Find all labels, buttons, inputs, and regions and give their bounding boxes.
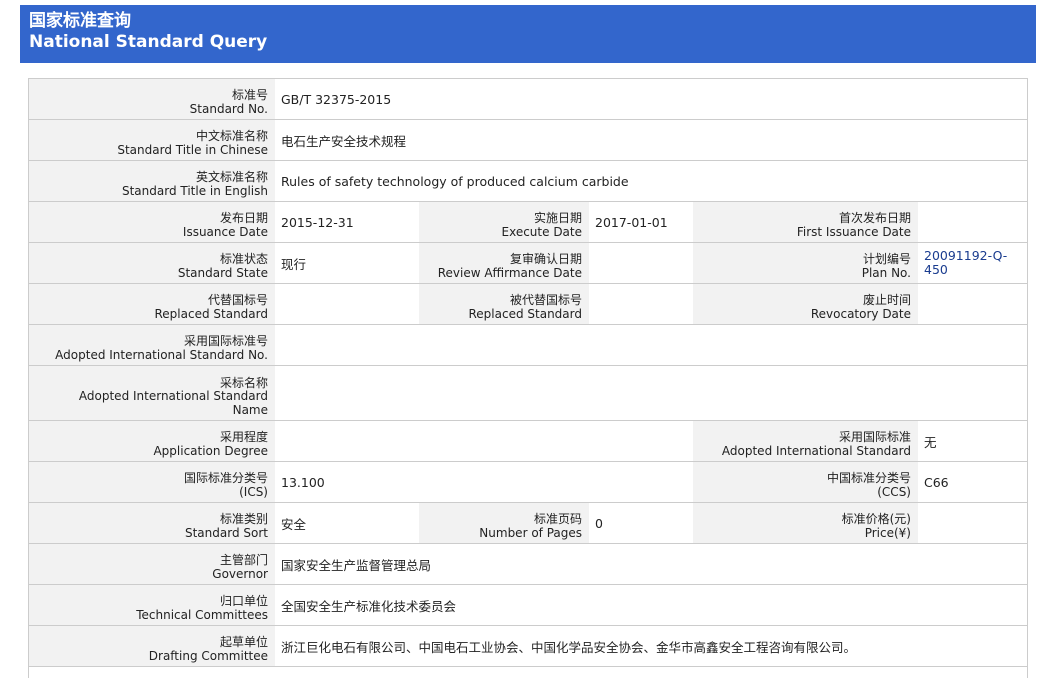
label-adopted-name: 采标名称 Adopted International Standard Name (29, 366, 275, 420)
row-title-en: 英文标准名称 Standard Title in English Rules o… (29, 161, 1027, 202)
label-issuance-date: 发布日期 Issuance Date (29, 202, 275, 242)
label-title-cn: 中文标准名称 Standard Title in Chinese (29, 120, 275, 160)
value-standard-state: 现行 (281, 256, 307, 272)
page-title-cn: 国家标准查询 (29, 11, 131, 31)
row-classification: 国际标准分类号 (ICS) 13.100 中国标准分类号 (CCS) C66 (29, 462, 1027, 503)
page-header: 国家标准查询 National Standard Query (20, 5, 1036, 63)
value-application-degree (275, 421, 693, 461)
value-adopted-intl-no (275, 325, 1027, 365)
label-replaced-by: 被代替国标号 Replaced Standard (419, 284, 589, 324)
row-adopted-intl-no: 采用国际标准号 Adopted International Standard N… (29, 325, 1027, 366)
row-technical-committees: 归口单位 Technical Committees 全国安全生产标准化技术委员会 (29, 585, 1027, 626)
value-title-cn: 电石生产安全技术规程 (281, 133, 407, 149)
row-adopted-name: 采标名称 Adopted International Standard Name (29, 366, 1027, 421)
value-adopted-name (275, 366, 1027, 420)
label-ccs: 中国标准分类号 (CCS) (693, 462, 918, 502)
value-standard-no: GB/T 32375-2015 (281, 91, 392, 107)
row-application-degree: 采用程度 Application Degree 采用国际标准 Adopted I… (29, 421, 1027, 462)
label-replaced-standard: 代替国标号 Replaced Standard (29, 284, 275, 324)
label-execute-date: 实施日期 Execute Date (419, 202, 589, 242)
value-issuance-date: 2015-12-31 (281, 214, 354, 230)
value-ics: 13.100 (281, 474, 325, 490)
value-price (918, 503, 1027, 543)
row-standard-no: 标准号 Standard No. GB/T 32375-2015 (29, 79, 1027, 120)
value-review-date (589, 243, 693, 283)
row-drafting-committee: 起草单位 Drafting Committee 浙江巨化电石有限公司、中国电石工… (29, 626, 1027, 667)
label-price: 标准价格(元) Price(¥) (693, 503, 918, 543)
value-revocatory-date (918, 284, 1027, 324)
label-title-en: 英文标准名称 Standard Title in English (29, 161, 275, 201)
plan-no-line1[interactable]: 20091192-Q- (924, 249, 1007, 263)
plan-no-line2[interactable]: 450 (924, 263, 948, 277)
standard-detail-table: 标准号 Standard No. GB/T 32375-2015 中文标准名称 … (28, 78, 1028, 678)
row-title-cn: 中文标准名称 Standard Title in Chinese 电石生产安全技… (29, 120, 1027, 161)
label-technical-committees: 归口单位 Technical Committees (29, 585, 275, 625)
value-adopted-intl-std: 无 (924, 434, 937, 450)
label-governor: 主管部门 Governor (29, 544, 275, 584)
value-pages: 0 (595, 515, 603, 531)
label-application-degree: 采用程度 Application Degree (29, 421, 275, 461)
value-drafting-committee: 浙江巨化电石有限公司、中国电石工业协会、中国化学品安全协会、金华市高鑫安全工程咨… (281, 639, 857, 655)
value-first-issuance-date (918, 202, 1027, 242)
label-revocatory-date: 废止时间 Revocatory Date (693, 284, 918, 324)
value-execute-date: 2017-01-01 (595, 214, 668, 230)
label-first-issuance-date: 首次发布日期 First Issuance Date (693, 202, 918, 242)
label-plan-no: 计划编号 Plan No. (693, 243, 918, 283)
row-governor: 主管部门 Governor 国家安全生产监督管理总局 (29, 544, 1027, 585)
label-drafting-committee: 起草单位 Drafting Committee (29, 626, 275, 666)
value-governor: 国家安全生产监督管理总局 (281, 557, 432, 573)
value-title-en: Rules of safety technology of produced c… (281, 173, 629, 189)
label-standard-state: 标准状态 Standard State (29, 243, 275, 283)
label-pages: 标准页码 Number of Pages (419, 503, 589, 543)
value-ccs: C66 (924, 474, 949, 490)
row-state: 标准状态 Standard State 现行 复审确认日期 Review Aff… (29, 243, 1027, 284)
plan-no-link[interactable]: 20091192-Q- 450 (918, 243, 1027, 283)
label-standard-no: 标准号 Standard No. (29, 79, 275, 119)
page-title-en: National Standard Query (29, 32, 268, 52)
label-ics: 国际标准分类号 (ICS) (29, 462, 275, 502)
row-sort-pages-price: 标准类别 Standard Sort 安全 标准页码 Number of Pag… (29, 503, 1027, 544)
label-review-date: 复审确认日期 Review Affirmance Date (419, 243, 589, 283)
row-replaced: 代替国标号 Replaced Standard 被代替国标号 Replaced … (29, 284, 1027, 325)
value-technical-committees: 全国安全生产标准化技术委员会 (281, 598, 457, 614)
value-replaced-standard (275, 284, 419, 324)
label-adopted-intl-std: 采用国际标准 Adopted International Standard (693, 421, 918, 461)
value-replaced-by (589, 284, 693, 324)
value-standard-sort: 安全 (281, 516, 307, 532)
label-adopted-intl-no: 采用国际标准号 Adopted International Standard N… (29, 325, 275, 365)
label-standard-sort: 标准类别 Standard Sort (29, 503, 275, 543)
row-dates: 发布日期 Issuance Date 2015-12-31 实施日期 Execu… (29, 202, 1027, 243)
